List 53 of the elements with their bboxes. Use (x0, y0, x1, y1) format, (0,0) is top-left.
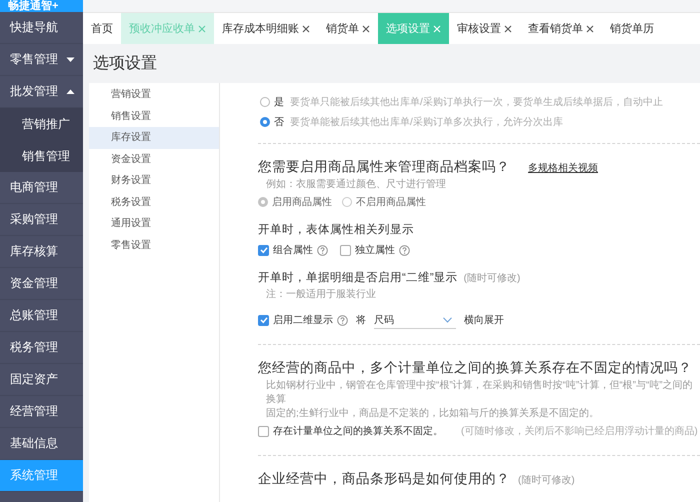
note-text: (随时可修改) (518, 474, 575, 487)
section-heading: 企业经营中，商品条形码是如何使用的？ (258, 470, 510, 488)
radio-label: 启用商品属性 (272, 196, 332, 209)
suffix-text: 横向展开 (464, 314, 504, 327)
option-note: 要货单只能被后续其他出库单/采购订单执行一次，要货单生成后续单据后，自动中止 (290, 96, 663, 109)
page-title: 选项设置 (83, 44, 700, 83)
hint-text: 固定的;生鲜行业中，商品是不定装的，比如箱与斤的换算关系是不固定的。 (266, 407, 600, 421)
chevron-down-icon (443, 316, 452, 322)
tab[interactable]: 审核设置 (449, 13, 520, 44)
tab[interactable]: 销货单 (318, 13, 378, 44)
tab[interactable]: 库存成本明细账 (214, 13, 318, 44)
logo: 畅捷通智+ (0, 0, 83, 12)
settings-nav-item[interactable]: 财务设置 (89, 170, 219, 192)
option-note: 要货单能被后续其他出库单/采购订单多次执行，允许分次出库 (290, 116, 563, 129)
option-label: 开单时，表体属性相关列显示 (258, 222, 414, 237)
nav-subitem[interactable]: 销售管理 (0, 140, 83, 172)
settings-nav-item[interactable]: 税务设置 (89, 192, 219, 213)
tab[interactable]: 查看销货单 (520, 13, 602, 44)
checkbox-label: 独立属性 (355, 244, 395, 257)
settings-nav-item[interactable]: 资金设置 (89, 148, 219, 170)
hint-text: 例如：衣服需要通过颜色、尺寸进行管理 (266, 178, 447, 192)
nav-subitem[interactable]: 营销推广 (0, 108, 83, 140)
option-label: 开单时，单据明细是否启用“二维”显示 (258, 270, 458, 285)
tab[interactable]: 首页 (83, 13, 121, 44)
radio-button[interactable] (260, 117, 270, 127)
checkbox[interactable] (340, 244, 351, 256)
prefix-text: 将 (356, 314, 366, 327)
checkmark-icon (260, 246, 268, 254)
section-heading: 您需要启用商品属性来管理商品档案吗？ (258, 158, 510, 176)
settings-nav-item[interactable]: 销售设置 (89, 106, 219, 127)
radio-label: 否 (274, 116, 284, 129)
radio-label: 不启用商品属性 (356, 196, 426, 209)
checkmark-icon (260, 316, 268, 324)
checkbox-label: 存在计量单位之间的换算关系不固定。 (273, 424, 443, 438)
radio-label: 是 (274, 96, 284, 109)
settings-nav-item[interactable]: 库存设置 (89, 127, 219, 148)
option-note: (可随时修改，关闭后不影响已经启用浮动计量的商品) (461, 424, 698, 438)
dimension-select[interactable]: 尺码 (374, 312, 456, 328)
checkbox-label: 启用二维显示 (273, 314, 333, 327)
settings-nav-item[interactable]: 营销设置 (89, 84, 219, 106)
settings-nav-item[interactable]: 通用设置 (89, 213, 219, 234)
checkbox-label: 组合属性 (273, 244, 313, 257)
checkbox[interactable] (258, 426, 269, 436)
hint-text: 注：一般适用于服装行业 (266, 288, 377, 302)
checkbox[interactable] (258, 314, 269, 326)
video-link[interactable]: 多规格相关视频 (528, 161, 598, 175)
radio-button[interactable] (260, 97, 270, 107)
hint-text: 比如钢材行业中，钢管在仓库管理中按“根”计算，在采购和销售时按“吨”计算，但“根”与“吨”之间的换算 (266, 379, 694, 407)
section-heading: 您经营的商品中，多个计量单位之间的换算关系存在不固定的情况吗？ (258, 359, 692, 377)
note-text: (随时可修改) (464, 272, 520, 285)
settings-nav-item[interactable]: 零售设置 (89, 234, 219, 256)
tab[interactable]: 销货单历 (602, 13, 662, 44)
checkbox[interactable] (258, 244, 269, 256)
